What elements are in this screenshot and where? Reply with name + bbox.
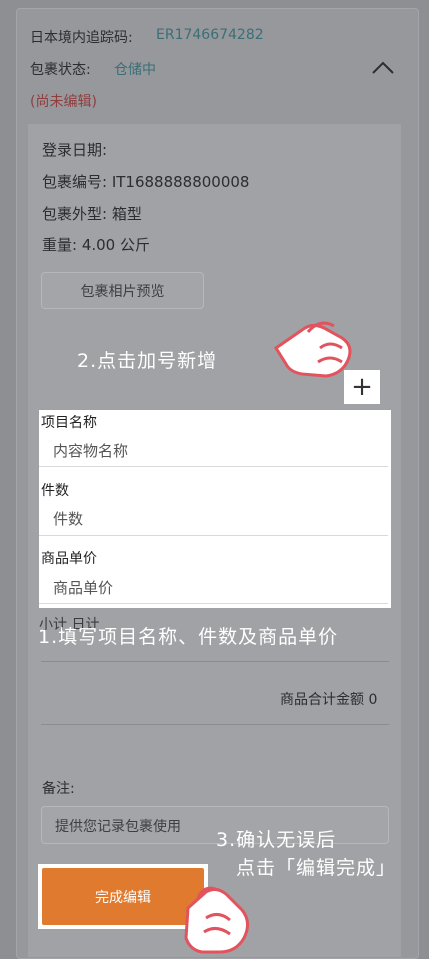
chevron-up-icon[interactable] (370, 58, 396, 76)
login-date: 登录日期: (42, 141, 108, 159)
guide-step3-line2: 点击「编辑完成」 (236, 857, 397, 879)
guide-step2: 2.点击加号新增 (77, 350, 218, 372)
package-number: 包裹编号: IT1688888800008 (42, 173, 250, 191)
divider-top (41, 661, 389, 662)
add-item-button[interactable]: + (344, 370, 380, 404)
price-label: 商品单价 (41, 551, 97, 567)
item-name-underline (39, 466, 388, 467)
note-input[interactable]: 提供您记录包裹使用 (41, 806, 389, 844)
package-type: 包裹外型: 箱型 (42, 205, 142, 223)
qty-label: 件数 (41, 483, 69, 499)
status-label: 包裹状态: (30, 62, 91, 78)
guide-step3-line1: 3.确认无误后 (216, 829, 337, 851)
note-label: 备注: (42, 781, 75, 797)
package-weight: 重量: 4.00 公斤 (42, 236, 150, 254)
qty-input[interactable]: 件数 (53, 508, 83, 529)
plus-icon: + (351, 372, 373, 402)
price-input[interactable]: 商品单价 (53, 577, 113, 598)
divider-bottom (41, 724, 389, 725)
item-form: 项目名称 内容物名称 件数 件数 商品单价 商品单价 (39, 410, 391, 608)
pointing-hand-icon (184, 886, 249, 954)
qty-underline (39, 535, 388, 536)
edit-state: (尚未编辑) (30, 94, 97, 110)
status-value: 仓储中 (114, 62, 156, 78)
tracking-label: 日本境内追踪码: (30, 30, 133, 46)
item-name-label: 项目名称 (41, 415, 97, 431)
tracking-value: ER1746674282 (156, 27, 264, 43)
total-amount: 商品合计金额 0 (280, 692, 378, 708)
item-name-input[interactable]: 内容物名称 (53, 440, 128, 461)
photo-preview-button[interactable]: 包裹相片预览 (41, 272, 204, 309)
price-underline (39, 603, 388, 604)
guide-step1: 1.填写项目名称、件数及商品单价 (38, 626, 339, 648)
note-placeholder: 提供您记录包裹使用 (55, 819, 181, 835)
